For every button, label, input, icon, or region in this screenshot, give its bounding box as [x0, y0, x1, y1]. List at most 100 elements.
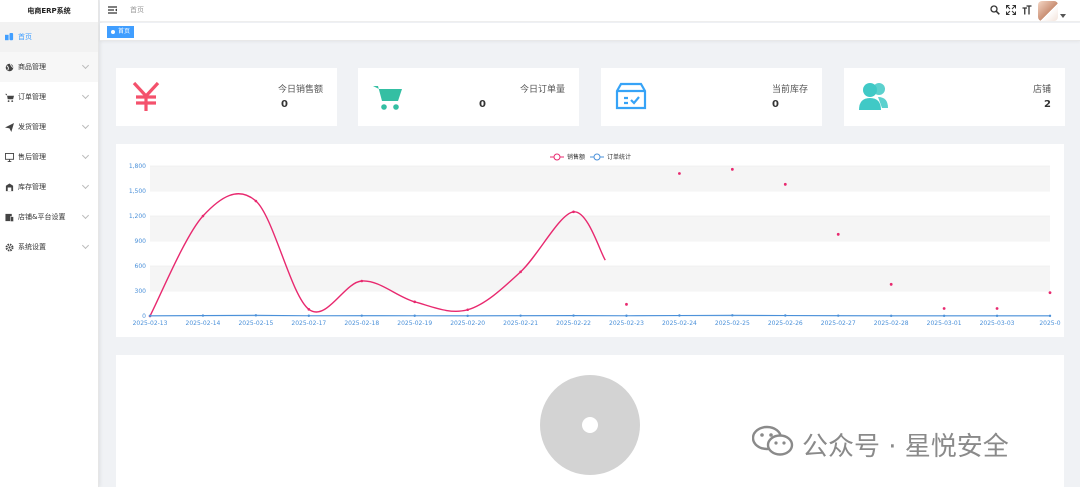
pie-chart: [540, 375, 640, 475]
x-tick-label: 2025-02-24: [662, 320, 697, 327]
font-size-icon[interactable]: [1022, 5, 1032, 17]
stat-value: 2: [1044, 99, 1051, 110]
avatar[interactable]: [1038, 1, 1058, 21]
sales-point: [307, 308, 311, 311]
x-tick-label: 2025-02-21: [503, 320, 538, 327]
chevron-down-icon: [81, 121, 90, 130]
x-tick-label: 2025-02-18: [344, 320, 379, 327]
shop-icon: [4, 212, 14, 222]
sidebar-item-label: 首页: [18, 33, 32, 41]
orders-point: [572, 314, 575, 317]
sales-point: [625, 302, 628, 306]
orders-point: [678, 314, 681, 317]
people-icon: [858, 80, 890, 112]
series-line-orders: [149, 314, 1050, 317]
x-tick-label: 2025-02-22: [556, 320, 591, 327]
orders-point: [254, 314, 258, 317]
sales-point: [254, 199, 258, 203]
stat-card-shops[interactable]: 店铺 2: [844, 68, 1065, 126]
orders-point: [413, 314, 416, 317]
sidebar-item-inventory[interactable]: 库存管理: [0, 172, 98, 202]
legend-label: 销售额: [567, 153, 585, 161]
sales-point: [942, 307, 946, 310]
sidebar-item-system-settings[interactable]: 系统设置: [0, 232, 98, 262]
sidebar-item-label: 商品管理: [18, 63, 46, 71]
search-icon[interactable]: [990, 5, 1000, 17]
x-tick-label: 2025-02-17: [291, 320, 326, 327]
sidebar-item-products[interactable]: 商品管理: [0, 52, 98, 82]
breadcrumb[interactable]: 首页: [130, 5, 144, 15]
sales-point: [730, 167, 734, 171]
sales-point: [413, 300, 417, 304]
cart-icon: [372, 80, 404, 112]
sidebar-item-shop-settings[interactable]: 店铺&平台设置: [0, 202, 98, 232]
orders-point: [784, 314, 787, 317]
chevron-down-icon: [81, 211, 90, 220]
tag-home[interactable]: 首页: [107, 26, 135, 38]
cart-icon: [4, 92, 14, 102]
sidebar-item-shipping[interactable]: 发货管理: [0, 112, 98, 142]
sales-chart: 0 300 600 900 1,200 1,500 1,800 2025-02-13 2025-…: [129, 153, 1061, 327]
app-title: 电商ERP系统: [27, 7, 71, 15]
caret-down-icon[interactable]: [1060, 14, 1066, 18]
stat-label: 店铺: [1032, 85, 1051, 95]
x-tick-label: 2025-02-27: [821, 320, 856, 327]
chevron-down-icon: [81, 241, 90, 250]
y-tick-label: 300: [135, 288, 147, 295]
sidebar-item-label: 发货管理: [18, 123, 46, 131]
inventory-icon: [4, 182, 14, 192]
orders-point: [466, 314, 469, 318]
grid-band: [150, 166, 1050, 191]
yen-icon: [130, 80, 162, 112]
wechat-icon: [751, 424, 794, 465]
sidebar-item-label: 库存管理: [18, 183, 46, 191]
stat-label: 当前库存: [771, 85, 808, 95]
orders-point: [201, 314, 205, 317]
gear-icon: [4, 242, 14, 252]
y-tick-label: 600: [135, 263, 147, 270]
monitor-icon: [4, 152, 14, 162]
top-header: 首页: [100, 0, 1080, 22]
orders-point: [1048, 314, 1052, 318]
legend-swatch-dot: [593, 153, 601, 161]
watermark-text: 公众号 · 星悦安全: [802, 431, 1009, 462]
sidebar-item-aftersale[interactable]: 售后管理: [0, 142, 98, 172]
sidebar: 电商ERP系统 首页 商品管理 订单管理 发货管理 售后管理 库存管理 店铺&平…: [0, 0, 99, 487]
legend-swatch-dot: [553, 153, 561, 161]
sales-point: [889, 282, 893, 286]
orders-point: [942, 314, 946, 318]
x-tick-label: 2025-02-28: [874, 320, 909, 327]
sidebar-item-label: 售后管理: [18, 153, 46, 161]
sales-chart-panel: 0 300 600 900 1,200 1,500 1,800 2025-02-13 2025-…: [116, 144, 1064, 337]
pie-chart-panel: [116, 355, 1064, 487]
x-tick-label: 2025-02-15: [238, 320, 273, 327]
x-tick-label: 2025-02-23: [609, 320, 644, 327]
sales-point: [572, 210, 575, 214]
orders-point: [148, 314, 152, 318]
stat-label: 今日订单量: [519, 85, 565, 95]
stat-card-today-orders[interactable]: 今日订单量 0: [358, 68, 579, 126]
x-tick-label: 2025-02-25: [715, 320, 750, 327]
orders-point: [307, 314, 311, 317]
sales-point: [995, 307, 999, 310]
orders-point: [519, 314, 522, 317]
send-icon: [4, 122, 14, 132]
y-tick-label: 1,500: [129, 188, 146, 195]
y-tick-label: 1,200: [129, 213, 146, 220]
sidebar-item-home[interactable]: 首页: [0, 22, 98, 52]
fullscreen-icon[interactable]: [1006, 5, 1016, 17]
menu-toggle-icon[interactable]: [108, 6, 117, 16]
sidebar-item-orders[interactable]: 订单管理: [0, 82, 98, 112]
stat-card-today-sales[interactable]: 今日销售额 0: [116, 68, 337, 126]
orders-point: [360, 314, 363, 317]
x-tick-label: 2025-02-13: [133, 320, 168, 327]
pie-hole: [582, 417, 598, 433]
stat-card-current-stock[interactable]: 当前库存 0: [601, 68, 822, 126]
sales-point: [836, 232, 840, 236]
stat-value: 0: [772, 99, 779, 110]
globe-icon: [4, 62, 14, 72]
sidebar-item-label: 店铺&平台设置: [18, 213, 66, 221]
chevron-down-icon: [81, 151, 90, 160]
active-dot-icon: [111, 30, 115, 34]
box-check-icon: [615, 80, 647, 112]
